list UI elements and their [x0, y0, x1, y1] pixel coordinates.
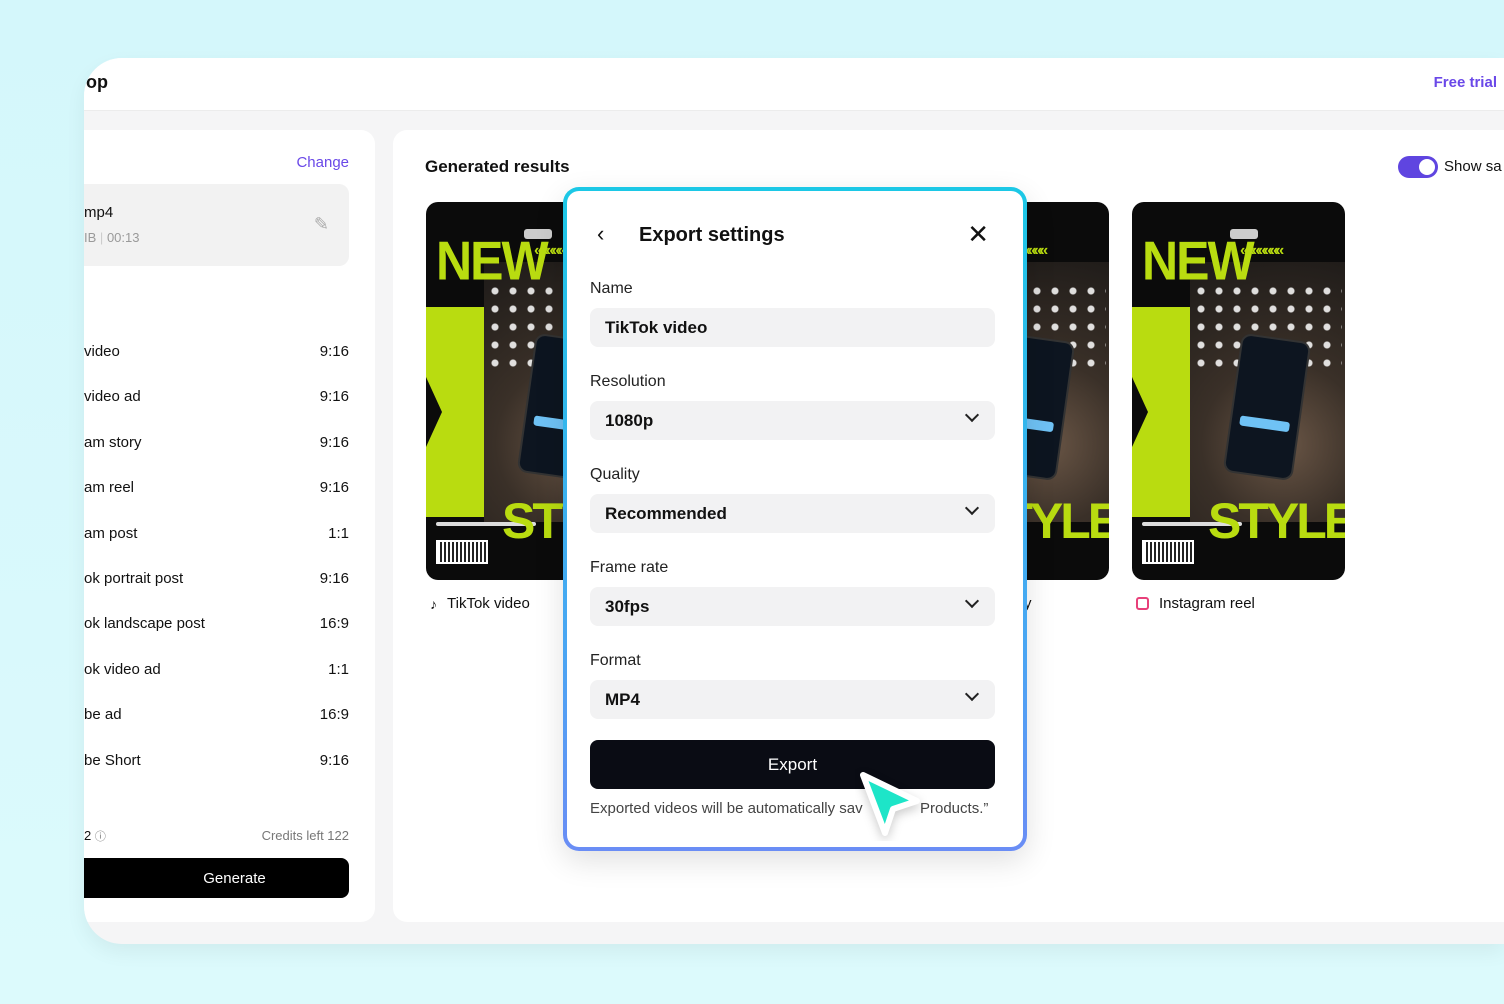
barcode — [1142, 540, 1194, 564]
thumb-title: NEW — [1142, 230, 1255, 292]
results-title: Generated results — [425, 157, 570, 176]
format-label: ok portrait post — [84, 570, 184, 587]
format-label: am reel — [84, 479, 135, 497]
left-panel: Change mp4 IB | 00:13 ✎ video 9:16 video a… — [84, 130, 375, 922]
name-value: TikTok video — [605, 317, 708, 337]
tiktok-icon: ♪ — [430, 595, 437, 612]
format-ratio: 9:16 — [319, 479, 349, 497]
format-ratio: 16:9 — [319, 706, 349, 724]
credits-row: 2 ⓘ Credits left 122 — [84, 828, 349, 844]
chevron-down-icon — [964, 500, 980, 516]
barcode — [436, 540, 488, 564]
format-item[interactable]: ok portrait post 9:16 — [84, 570, 349, 587]
chevron-down-icon — [964, 593, 980, 609]
format-label: am story — [84, 433, 142, 451]
file-duration: 00:13 — [106, 230, 140, 245]
file-meta: IB | 00:13 — [84, 230, 140, 245]
caption-text: TikTok video — [447, 595, 530, 612]
framerate-value: 30fps — [605, 596, 650, 616]
format-label: ok landscape post — [84, 615, 205, 633]
thumb-subtitle: STYLE — [1208, 493, 1345, 549]
note-text: Exported videos will be automatically sa… — [590, 800, 863, 817]
format-item[interactable]: am story 9:16 — [84, 434, 349, 451]
format-ratio: 9:16 — [319, 570, 349, 587]
result-thumbnail[interactable]: NEW««««««« STYLE — [1132, 202, 1345, 580]
name-label: Name — [590, 280, 633, 297]
format-item[interactable]: am post 1:1 — [84, 525, 349, 542]
change-button[interactable]: Change — [296, 154, 349, 171]
lime-shape — [426, 307, 484, 517]
format-item[interactable]: video ad 9:16 — [84, 388, 349, 405]
export-button[interactable]: Export — [590, 740, 995, 789]
chevron-down-icon — [964, 407, 980, 423]
export-settings-dialog: ‹ Export settings ✕ Name TikTok video Re… — [563, 187, 1027, 851]
format-item[interactable]: ok video ad 1:1 — [84, 661, 349, 678]
info-icon[interactable]: ⓘ — [95, 831, 106, 843]
edit-icon[interactable]: ✎ — [314, 214, 329, 235]
resolution-value: 1080p — [605, 410, 654, 430]
result-caption: Instagram reel — [1136, 595, 1255, 612]
thumb-title: NEW — [436, 230, 549, 292]
show-toggle[interactable] — [1398, 156, 1438, 178]
chevron-down-icon — [964, 686, 980, 702]
format-label: be Short — [84, 751, 141, 769]
cursor-icon — [860, 772, 920, 836]
credits-left: Credits left 122 — [261, 828, 349, 843]
framerate-select[interactable]: 30fps — [590, 587, 995, 626]
toggle-label: Show sa — [1444, 158, 1502, 175]
format-item[interactable]: am reel 9:16 — [84, 479, 349, 496]
name-input[interactable]: TikTok video — [590, 308, 995, 347]
format-label: be ad — [84, 706, 122, 724]
close-icon[interactable]: ✕ — [967, 219, 989, 250]
resolution-label: Resolution — [590, 373, 666, 390]
credit-cost: 2 ⓘ — [84, 828, 106, 844]
format-label: video — [84, 343, 120, 360]
quality-select[interactable]: Recommended — [590, 494, 995, 533]
format-select[interactable]: MP4 — [590, 680, 995, 719]
uploaded-file-card: mp4 IB | 00:13 ✎ — [84, 184, 349, 266]
instagram-reels-icon — [1136, 597, 1149, 610]
format-item[interactable]: be Short 9:16 — [84, 752, 349, 769]
format-ratio: 9:16 — [319, 388, 349, 406]
format-item[interactable]: ok landscape post 16:9 — [84, 615, 349, 632]
format-label: ok video ad — [84, 660, 161, 678]
cost-value: 2 — [84, 828, 92, 843]
export-note: Exported videos will be automatically sa… — [590, 800, 988, 817]
generate-button[interactable]: Generate — [84, 858, 349, 898]
format-ratio: 1:1 — [328, 660, 349, 678]
format-ratio: 9:16 — [319, 433, 349, 451]
format-value: MP4 — [605, 689, 640, 709]
back-icon[interactable]: ‹ — [597, 221, 604, 247]
format-label: Format — [590, 652, 641, 669]
format-item[interactable]: be ad 16:9 — [84, 706, 349, 723]
caption-text: Instagram reel — [1159, 595, 1255, 612]
quality-value: Recommended — [605, 503, 727, 523]
file-name: mp4 — [84, 204, 114, 221]
format-item[interactable]: video 9:16 — [84, 343, 349, 360]
free-trial-link[interactable]: Free trial — [1434, 74, 1497, 91]
format-ratio: 9:16 — [319, 751, 349, 769]
top-bar: op Free trial — [84, 58, 1504, 111]
quality-label: Quality — [590, 466, 640, 483]
framerate-label: Frame rate — [590, 559, 669, 576]
dialog-title: Export settings — [639, 224, 785, 246]
format-ratio: 1:1 — [328, 524, 349, 542]
format-label: video ad — [84, 388, 141, 406]
chevrons: ««««««« — [1240, 242, 1284, 259]
format-ratio: 16:9 — [319, 615, 349, 633]
file-size: IB — [84, 230, 97, 245]
lime-shape — [1132, 307, 1190, 517]
resolution-select[interactable]: 1080p — [590, 401, 995, 440]
note-text-end: Products.” — [920, 800, 989, 817]
format-label: am post — [84, 524, 138, 542]
format-ratio: 9:16 — [319, 343, 349, 360]
app-title: op — [86, 72, 108, 92]
result-caption: ♪ TikTok video — [430, 595, 530, 612]
